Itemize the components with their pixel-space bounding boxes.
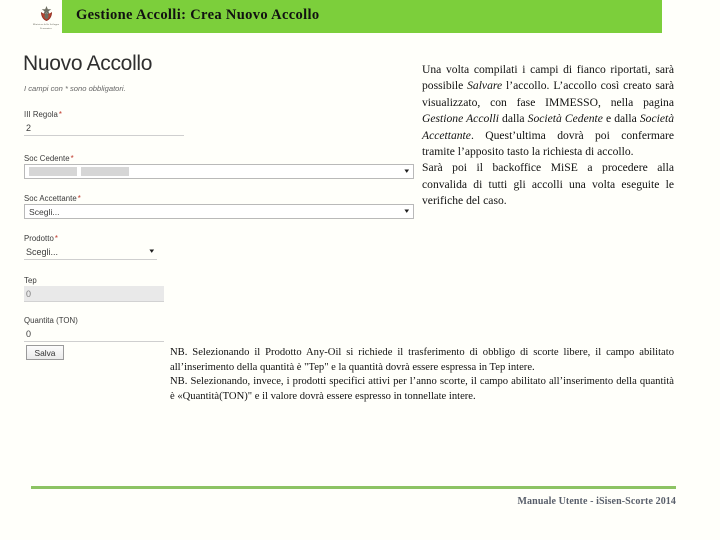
emblem-caption-line2: Economico [40,26,52,30]
text-run: e dalla [602,112,640,126]
select-prodotto[interactable]: Scegli... ▾ [24,244,157,260]
save-button[interactable]: Salva [26,345,64,360]
redaction-block [29,167,77,176]
field-label-soc-cedente: Soc Cedente* [24,154,414,163]
new-accollo-form-screenshot: Nuovo Accollo I campi con * sono obbliga… [20,52,415,362]
field-iii-regola: III Regola* 2 [24,110,184,136]
input-value: 0 [26,288,32,299]
form-required-note: I campi con * sono obbligatori. [24,84,126,93]
select-value: Scegli... [26,246,59,257]
explanatory-paragraph-1: Una volta compilati i campi di fianco ri… [422,62,674,160]
input-value: 2 [26,122,32,133]
emphasis-gestione-accolli: Gestione Accolli [422,112,499,126]
explanatory-paragraph-2: Sarà poi il backoffice MiSE a procedere … [422,161,674,208]
select-soc-accettante[interactable]: Scegli... ▾ [24,204,414,219]
chevron-down-icon: ▾ [149,248,155,255]
label-text: Soc Cedente [24,154,70,163]
field-label-iii-regola: III Regola* [24,110,184,119]
select-value: Scegli... [29,206,60,217]
field-tep: Tep 0 [24,276,164,302]
input-iii-regola[interactable]: 2 [24,120,184,136]
explanatory-text: Una volta compilati i campi di fianco ri… [422,62,674,210]
field-soc-accettante: Soc Accettante* Scegli... ▾ [24,194,414,219]
text-run: dalla [498,112,528,126]
notes-block: NB. Selezionando il Prodotto Any-Oil si … [170,346,674,404]
page-title: Gestione Accolli: Crea Nuovo Accollo [76,7,320,23]
label-text: Soc Accettante [24,194,77,203]
emphasis-societa-cedente: Società Cedente [527,112,603,126]
form-heading: Nuovo Accollo [23,52,153,75]
emblem-caption-line1: Ministero dello Sviluppo [32,22,60,26]
italian-republic-emblem-icon: Ministero dello Sviluppo Economico [30,0,62,34]
field-soc-cedente: Soc Cedente* ▾ [24,154,414,179]
slide-header: Ministero dello Sviluppo Economico Gesti… [0,0,720,34]
footer-caption: Manuale Utente - iSisen-Scorte 2014 [517,496,676,507]
required-asterisk: * [58,110,62,119]
field-quantita-ton: Quantita (TON) 0 [24,316,164,342]
note-1: NB. Selezionando il Prodotto Any-Oil si … [170,347,674,373]
field-label-quantita-ton: Quantita (TON) [24,316,78,325]
label-text: Prodotto [24,234,54,243]
header-green-bar: Gestione Accolli: Crea Nuovo Accollo [62,0,662,33]
chevron-down-icon: ▾ [404,208,410,215]
field-label-tep: Tep [24,276,37,285]
redacted-value [29,167,129,176]
input-value: 0 [26,328,32,339]
required-asterisk: * [77,194,81,203]
field-prodotto: Prodotto* Scegli... ▾ [24,234,157,260]
input-quantita-ton[interactable]: 0 [24,326,164,342]
note-2: NB. Selezionando, invece, i prodotti spe… [170,376,674,402]
emphasis-salvare: Salvare [467,79,503,93]
emblem-svg [40,5,52,21]
chevron-down-icon: ▾ [404,168,410,175]
redaction-block [81,167,129,176]
required-asterisk: * [70,154,74,163]
label-text: III Regola [24,110,58,119]
input-tep[interactable]: 0 [24,286,164,302]
field-label-prodotto: Prodotto* [24,234,157,243]
required-asterisk: * [54,234,58,243]
footer-divider [31,486,676,489]
select-soc-cedente[interactable]: ▾ [24,164,414,179]
field-label-soc-accettante: Soc Accettante* [24,194,414,203]
